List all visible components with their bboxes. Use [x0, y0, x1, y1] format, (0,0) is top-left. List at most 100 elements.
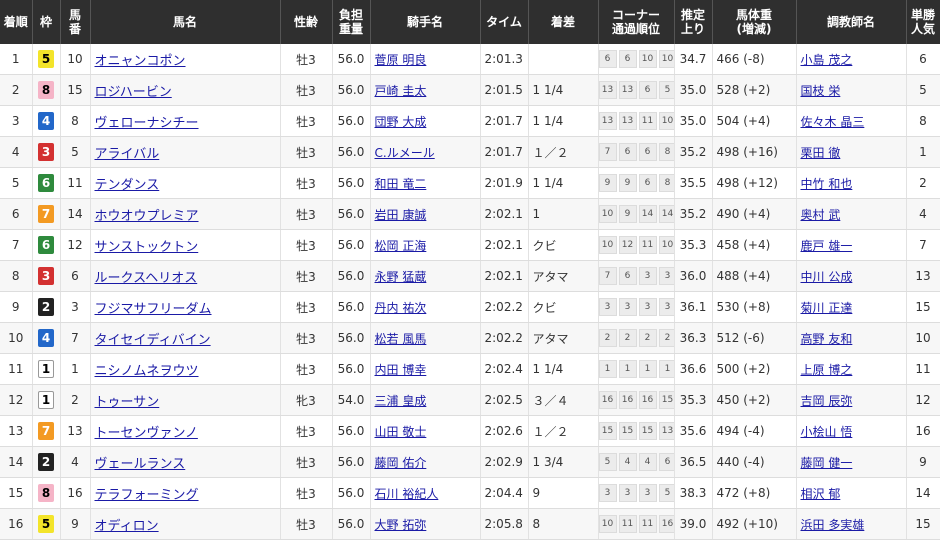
jockey-link[interactable]: 大野 拓弥 — [375, 518, 427, 532]
trainer-link[interactable]: 奥村 武 — [801, 208, 841, 222]
bodyweight-cell: 472 (+8) — [712, 477, 797, 509]
trainer-link[interactable]: 栗田 徹 — [801, 146, 841, 160]
corner-position: 16 — [598, 391, 617, 409]
rank-cell: 15 — [0, 477, 33, 509]
jockey-cell: 内田 博幸 — [370, 353, 481, 385]
trainer-link[interactable]: 菊川 正達 — [801, 301, 853, 315]
trainer-link[interactable]: 中川 公成 — [801, 270, 853, 284]
jockey-link[interactable]: 松岡 正海 — [375, 239, 427, 253]
bodyweight-cell: 530 (+8) — [712, 291, 797, 323]
corner-position: 1 — [618, 360, 637, 378]
waku-badge: 2 — [38, 453, 54, 471]
corner-positions: 5446 — [598, 453, 673, 471]
jockey-link[interactable]: 山田 敬士 — [375, 425, 427, 439]
jockey-link[interactable]: 三浦 皇成 — [375, 394, 427, 408]
waku-badge: 1 — [38, 360, 54, 378]
trainer-link[interactable]: 佐々木 晶三 — [801, 115, 865, 129]
jockey-link[interactable]: 団野 大成 — [375, 115, 427, 129]
rank-cell: 10 — [0, 322, 33, 354]
waku-cell: 6 — [32, 229, 61, 261]
umaban-cell: 8 — [60, 105, 91, 137]
horse-name-link[interactable]: トーセンヴァンノ — [95, 426, 198, 441]
waku-cell: 8 — [32, 74, 61, 106]
corner-position: 10 — [658, 50, 673, 68]
horse-name-link[interactable]: テラフォーミング — [95, 488, 199, 503]
corner-position: 5 — [658, 484, 673, 502]
waku-badge: 1 — [38, 391, 54, 409]
jockey-link[interactable]: 岩田 康誠 — [375, 208, 427, 222]
jockey-link[interactable]: 松若 風馬 — [375, 332, 427, 346]
sexage-cell: 牡3 — [280, 415, 333, 447]
bodyweight-cell: 466 (-8) — [712, 44, 797, 75]
horse-name-link[interactable]: アライバル — [95, 147, 160, 162]
horse-name-link[interactable]: サンストックトン — [95, 240, 199, 255]
horse-name-link[interactable]: テンダンス — [95, 178, 160, 193]
time-cell: 2:02.1 — [480, 198, 529, 230]
jockey-link[interactable]: 石川 裕紀人 — [375, 487, 439, 501]
trainer-link[interactable]: 吉岡 辰弥 — [801, 394, 853, 408]
corner-position: 4 — [618, 453, 637, 471]
horse-name-link[interactable]: フジマサフリーダム — [95, 302, 212, 317]
horse-name-link[interactable]: ホウオウプレミア — [95, 209, 199, 224]
waku-cell: 7 — [32, 198, 61, 230]
jockey-link[interactable]: 和田 竜二 — [375, 177, 427, 191]
table-row: 10 4 7 タイセイディバイン 牡3 56.0 松若 風馬 2:02.2 アタマ 2 2 2 2 36.… — [0, 322, 940, 354]
trainer-link[interactable]: 高野 友和 — [801, 332, 853, 346]
jockey-link[interactable]: 内田 博幸 — [375, 363, 427, 377]
trainer-link[interactable]: 国枝 栄 — [801, 84, 841, 98]
jockey-link[interactable]: 戸崎 圭太 — [375, 84, 427, 98]
trainer-link[interactable]: 中竹 和也 — [801, 177, 853, 191]
corner-positions: 2222 — [598, 329, 673, 347]
corner-cell: 13 13 11 10 — [598, 105, 675, 137]
trainer-link[interactable]: 相沢 郁 — [801, 487, 841, 501]
corner-positions: 7668 — [598, 143, 673, 161]
rank-cell: 5 — [0, 167, 33, 199]
margin-cell: 1 1/4 — [528, 74, 599, 106]
sexage-cell: 牡3 — [280, 322, 333, 354]
jockey-link[interactable]: 菅原 明良 — [375, 53, 427, 67]
sexage-cell: 牡3 — [280, 260, 333, 292]
weight-cell: 56.0 — [332, 229, 371, 261]
trainer-cell: 高野 友和 — [796, 322, 907, 354]
table-row: 12 1 2 トゥーサン 牝3 54.0 三浦 皇成 2:02.5 ３／４ 16 16 16 15 35.… — [0, 384, 940, 416]
jockey-link[interactable]: 藤岡 佑介 — [375, 456, 427, 470]
horse-name-link[interactable]: オニャンコポン — [95, 54, 186, 69]
jockey-link[interactable]: C.ルメール — [375, 146, 435, 160]
agari-cell: 38.3 — [674, 477, 713, 509]
horse-name-link[interactable]: オディロン — [95, 519, 159, 534]
jockey-link[interactable]: 永野 猛蔵 — [375, 270, 427, 284]
corner-position: 2 — [598, 329, 617, 347]
horse-name-link[interactable]: タイセイディバイン — [95, 333, 211, 348]
time-cell: 2:04.4 — [480, 477, 529, 509]
corner-position: 8 — [658, 143, 673, 161]
weight-cell: 56.0 — [332, 167, 371, 199]
trainer-link[interactable]: 小桧山 悟 — [801, 425, 853, 439]
jockey-cell: 団野 大成 — [370, 105, 481, 137]
horse-name-link[interactable]: ニシノムネヲウツ — [95, 364, 199, 379]
umaban-cell: 12 — [60, 229, 91, 261]
horse-name-link[interactable]: トゥーサン — [95, 395, 160, 410]
popularity-cell: 15 — [906, 291, 940, 323]
trainer-link[interactable]: 鹿戸 雄一 — [801, 239, 853, 253]
weight-cell: 56.0 — [332, 136, 371, 168]
table-row: 13 7 13 トーセンヴァンノ 牡3 56.0 山田 敬士 2:02.6 １／２ 15 15 15 1… — [0, 415, 940, 447]
trainer-link[interactable]: 藤岡 健一 — [801, 456, 853, 470]
jockey-cell: 山田 敬士 — [370, 415, 481, 447]
popularity-cell: 7 — [906, 229, 940, 261]
jockey-link[interactable]: 丹内 祐次 — [375, 301, 427, 315]
time-cell: 2:02.2 — [480, 291, 529, 323]
umaban-cell: 15 — [60, 74, 91, 106]
umaban-cell: 14 — [60, 198, 91, 230]
rank-cell: 16 — [0, 508, 33, 540]
corner-position: 14 — [658, 205, 673, 223]
header-popularity: 単勝 人気 — [906, 0, 940, 44]
horse-name-link[interactable]: ロジハービン — [95, 85, 172, 100]
horse-name-link[interactable]: ルークスヘリオス — [95, 271, 198, 286]
trainer-link[interactable]: 浜田 多実雄 — [801, 518, 865, 532]
corner-position: 13 — [618, 112, 637, 130]
trainer-link[interactable]: 上原 博之 — [801, 363, 853, 377]
horse-name-link[interactable]: ヴェローナシチー — [95, 116, 199, 131]
table-row: 16 5 9 オディロン 牡3 56.0 大野 拓弥 2:05.8 8 10 11 11 16 39.0 4… — [0, 508, 940, 540]
horse-name-link[interactable]: ヴェールランス — [95, 457, 186, 472]
trainer-link[interactable]: 小島 茂之 — [801, 53, 853, 67]
